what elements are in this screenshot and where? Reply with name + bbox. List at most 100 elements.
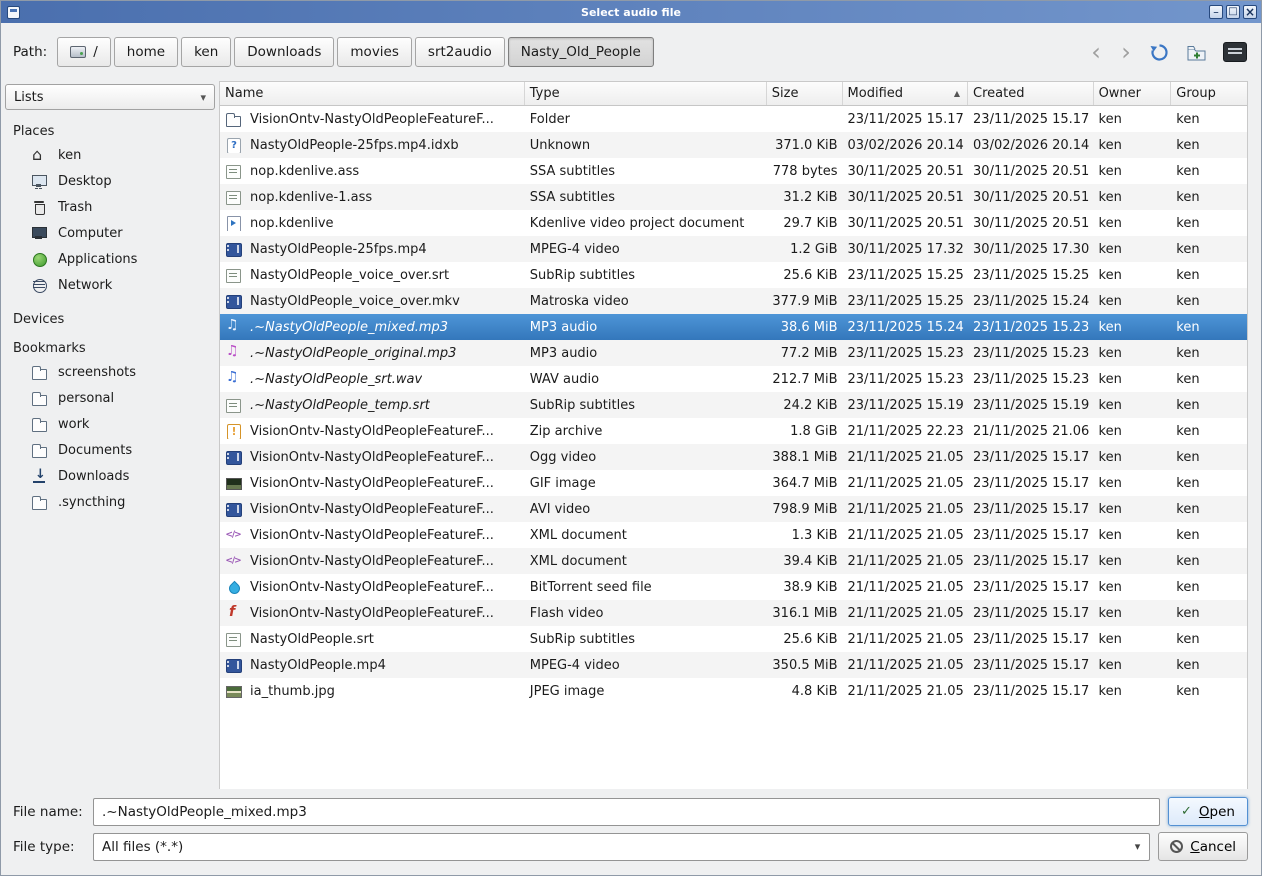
file-name-text: .~NastyOldPeople_original.mp3 <box>250 346 456 361</box>
file-row-visionontv-nastyoldpeoplefeaturef[interactable]: VisionOntv-NastyOldPeopleFeatureF...Zip … <box>220 418 1247 444</box>
new-folder-icon[interactable] <box>1186 42 1207 63</box>
sidebar-item-desktop[interactable]: Desktop <box>1 168 219 194</box>
file-row-nastyoldpeople-mixed-mp3[interactable]: .~NastyOldPeople_mixed.mp3MP3 audio38.6 … <box>220 314 1247 340</box>
file-name-text: VisionOntv-NastyOldPeopleFeatureF... <box>250 424 494 439</box>
forward-button[interactable]: › <box>1119 40 1133 64</box>
back-button[interactable]: ‹ <box>1089 40 1103 64</box>
path-segment-nasty-old-people[interactable]: Nasty_Old_People <box>508 37 654 67</box>
audio-pink-icon <box>225 345 241 361</box>
file-row-nastyoldpeople-srt[interactable]: NastyOldPeople.srtSubRip subtitles25.6 K… <box>220 626 1247 652</box>
file-row-nastyoldpeople-voice-over-srt[interactable]: NastyOldPeople_voice_over.srtSubRip subt… <box>220 262 1247 288</box>
cancel-button[interactable]: Cancel <box>1158 832 1248 861</box>
column-header-name[interactable]: Name <box>220 82 525 105</box>
file-row-nastyoldpeople-25fps-mp4-idxb[interactable]: NastyOldPeople-25fps.mp4.idxbUnknown371.… <box>220 132 1247 158</box>
file-modified-cell: 21/11/2025 21.05 <box>843 606 969 621</box>
file-created-cell: 23/11/2025 15.17 <box>968 554 1094 569</box>
file-modified-cell: 21/11/2025 21.05 <box>843 658 969 673</box>
file-modified-cell: 30/11/2025 20.51 <box>843 216 969 231</box>
file-row-nastyoldpeople-srt-wav[interactable]: .~NastyOldPeople_srt.wavWAV audio212.7 M… <box>220 366 1247 392</box>
file-type-cell: WAV audio <box>525 372 767 387</box>
file-type-dropdown[interactable]: All files (*.*) ▾ <box>93 833 1150 861</box>
path-segment-downloads[interactable]: Downloads <box>234 37 334 67</box>
lists-dropdown-value: Lists <box>14 90 44 105</box>
sidebar-item-documents[interactable]: Documents <box>1 437 219 463</box>
file-type-cell: GIF image <box>525 476 767 491</box>
file-row-visionontv-nastyoldpeoplefeaturef[interactable]: VisionOntv-NastyOldPeopleFeatureF...XML … <box>220 522 1247 548</box>
column-header-size[interactable]: Size <box>767 82 843 105</box>
file-size-cell: 1.8 GiB <box>767 424 843 439</box>
maximize-button[interactable] <box>1226 5 1240 19</box>
image-dark-icon <box>225 475 241 491</box>
sidebar-item-label: work <box>58 417 89 432</box>
subtitles-icon <box>225 267 241 283</box>
file-created-cell: 23/11/2025 15.17 <box>968 606 1094 621</box>
file-owner-cell: ken <box>1094 450 1172 465</box>
column-header-modified[interactable]: Modified▲ <box>843 82 969 105</box>
file-name-input[interactable] <box>93 798 1160 826</box>
file-size-cell: 1.2 GiB <box>767 242 843 257</box>
file-name-text: nop.kdenlive <box>250 216 334 231</box>
column-header-type[interactable]: Type <box>525 82 767 105</box>
close-button[interactable] <box>1243 5 1257 19</box>
file-row-visionontv-nastyoldpeoplefeaturef[interactable]: VisionOntv-NastyOldPeopleFeatureF...AVI … <box>220 496 1247 522</box>
file-row-ia-thumb-jpg[interactable]: ia_thumb.jpgJPEG image4.8 KiB21/11/2025 … <box>220 678 1247 704</box>
file-row-visionontv-nastyoldpeoplefeaturef[interactable]: VisionOntv-NastyOldPeopleFeatureF...Fold… <box>220 106 1247 132</box>
file-name-cell: nop.kdenlive-1.ass <box>220 189 525 205</box>
lists-dropdown[interactable]: Lists ▾ <box>5 84 215 110</box>
file-owner-cell: ken <box>1094 216 1172 231</box>
file-row-nastyoldpeople-25fps-mp4[interactable]: NastyOldPeople-25fps.mp4MPEG-4 video1.2 … <box>220 236 1247 262</box>
file-modified-cell: 30/11/2025 17.32 <box>843 242 969 257</box>
file-size-cell: 371.0 KiB <box>767 138 843 153</box>
path-segment-home[interactable]: home <box>114 37 178 67</box>
path-segment-root[interactable]: / <box>57 37 111 67</box>
cancel-button-label: Cancel <box>1190 839 1236 855</box>
file-name-text: .~NastyOldPeople_temp.srt <box>250 398 430 413</box>
file-row-nastyoldpeople-mp4[interactable]: NastyOldPeople.mp4MPEG-4 video350.5 MiB2… <box>220 652 1247 678</box>
file-row-visionontv-nastyoldpeoplefeaturef[interactable]: VisionOntv-NastyOldPeopleFeatureF...Ogg … <box>220 444 1247 470</box>
file-modified-cell: 21/11/2025 21.05 <box>843 554 969 569</box>
path-segment-movies[interactable]: movies <box>337 37 412 67</box>
column-header-owner[interactable]: Owner <box>1094 82 1172 105</box>
file-owner-cell: ken <box>1094 554 1172 569</box>
file-row-nastyoldpeople-voice-over-mkv[interactable]: NastyOldPeople_voice_over.mkvMatroska vi… <box>220 288 1247 314</box>
sidebar-item-trash[interactable]: Trash <box>1 194 219 220</box>
subtitles-icon <box>225 189 241 205</box>
file-row-visionontv-nastyoldpeoplefeaturef[interactable]: VisionOntv-NastyOldPeopleFeatureF...Flas… <box>220 600 1247 626</box>
file-row-nastyoldpeople-temp-srt[interactable]: .~NastyOldPeople_temp.srtSubRip subtitle… <box>220 392 1247 418</box>
sidebar-item-applications[interactable]: Applications <box>1 246 219 272</box>
sidebar-item-screenshots[interactable]: screenshots <box>1 359 219 385</box>
file-row-nastyoldpeople-original-mp3[interactable]: .~NastyOldPeople_original.mp3MP3 audio77… <box>220 340 1247 366</box>
file-created-cell: 21/11/2025 21.06 <box>968 424 1094 439</box>
table-header: NameTypeSizeModified▲CreatedOwnerGroup <box>220 82 1247 106</box>
file-type-cell: SubRip subtitles <box>525 268 767 283</box>
file-row-nop-kdenlive[interactable]: nop.kdenliveKdenlive video project docum… <box>220 210 1247 236</box>
column-header-created[interactable]: Created <box>968 82 1094 105</box>
file-group-cell: ken <box>1171 580 1247 595</box>
file-row-visionontv-nastyoldpeoplefeaturef[interactable]: VisionOntv-NastyOldPeopleFeatureF...XML … <box>220 548 1247 574</box>
sidebar-item-work[interactable]: work <box>1 411 219 437</box>
sidebar-item-personal[interactable]: personal <box>1 385 219 411</box>
file-row-nop-kdenlive-ass[interactable]: nop.kdenlive.assSSA subtitles778 bytes30… <box>220 158 1247 184</box>
file-row-visionontv-nastyoldpeoplefeaturef[interactable]: VisionOntv-NastyOldPeopleFeatureF...GIF … <box>220 470 1247 496</box>
column-header-group[interactable]: Group <box>1171 82 1247 105</box>
video-icon <box>225 501 241 517</box>
file-name-cell: VisionOntv-NastyOldPeopleFeatureF... <box>220 579 525 595</box>
file-name-cell: VisionOntv-NastyOldPeopleFeatureF... <box>220 475 525 491</box>
minimize-button[interactable] <box>1209 5 1223 19</box>
sidebar-item-network[interactable]: Network <box>1 272 219 298</box>
view-settings-icon[interactable] <box>1223 42 1247 62</box>
file-modified-cell: 21/11/2025 21.05 <box>843 632 969 647</box>
breadcrumb: /homekenDownloadsmoviessrt2audioNasty_Ol… <box>57 37 654 67</box>
path-segment-ken[interactable]: ken <box>181 37 231 67</box>
file-name-cell: NastyOldPeople.mp4 <box>220 657 525 673</box>
file-name-cell: NastyOldPeople_voice_over.mkv <box>220 293 525 309</box>
path-segment-srt2audio[interactable]: srt2audio <box>415 37 505 67</box>
sidebar-item-computer[interactable]: Computer <box>1 220 219 246</box>
file-row-visionontv-nastyoldpeoplefeaturef[interactable]: VisionOntv-NastyOldPeopleFeatureF...BitT… <box>220 574 1247 600</box>
sidebar-item-ken[interactable]: ken <box>1 142 219 168</box>
reload-icon[interactable] <box>1149 42 1170 63</box>
file-row-nop-kdenlive-1-ass[interactable]: nop.kdenlive-1.assSSA subtitles31.2 KiB3… <box>220 184 1247 210</box>
sidebar-item-downloads[interactable]: Downloads <box>1 463 219 489</box>
open-button[interactable]: Open <box>1168 797 1248 826</box>
sidebar-item-syncthing[interactable]: .syncthing <box>1 489 219 515</box>
